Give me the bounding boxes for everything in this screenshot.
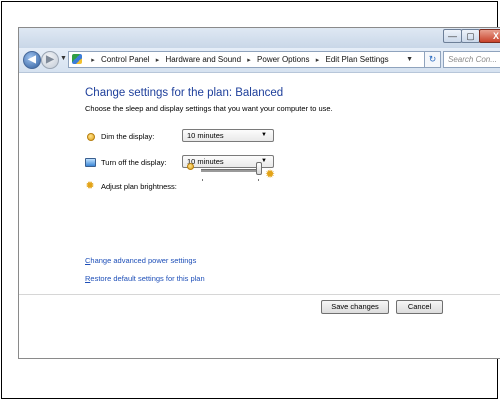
breadcrumb-separator[interactable]: ▸	[247, 57, 251, 64]
sun-small-icon	[187, 163, 194, 170]
sun-large-icon: ✹	[264, 167, 276, 181]
refresh-button[interactable]: ↻	[424, 51, 441, 68]
address-bar[interactable]: ▸ Control Panel ▸ Hardware and Sound ▸ P…	[68, 51, 432, 68]
breadcrumb-control-panel[interactable]: Control Panel	[101, 55, 149, 64]
restore-default-settings-link[interactable]: Restore default settings for this plan	[85, 274, 205, 283]
search-box[interactable]: Search Con... ⌕	[443, 51, 500, 68]
edit-plan-window: — ▢ X ◀ ▶ ▼ ▸ Control Panel ▸ Hardware a…	[18, 27, 500, 359]
minimize-button[interactable]: —	[443, 29, 462, 43]
back-button[interactable]: ◀	[23, 51, 41, 69]
brightness-label: Adjust plan brightness:	[101, 182, 177, 191]
change-advanced-power-settings-link[interactable]: Change advanced power settings	[85, 256, 196, 265]
breadcrumb-hardware-and-sound[interactable]: Hardware and Sound	[165, 55, 241, 64]
recent-pages-icon[interactable]: ▼	[60, 55, 67, 62]
search-placeholder: Search Con...	[448, 55, 497, 64]
divider	[19, 294, 500, 295]
link-text: hange advanced power settings	[90, 256, 197, 265]
breadcrumb-separator: ▸	[91, 57, 95, 64]
breadcrumb-edit-plan-settings[interactable]: Edit Plan Settings	[326, 55, 389, 64]
close-button[interactable]: X	[479, 29, 500, 43]
control-panel-icon	[72, 54, 82, 64]
brightness-icon: ✹	[85, 180, 95, 192]
turn-off-display-label: Turn off the display:	[101, 158, 167, 167]
content-pane: Change settings for the plan: Balanced C…	[19, 73, 500, 358]
save-changes-button[interactable]: Save changes	[321, 300, 389, 314]
brightness-slider-thumb[interactable]	[256, 162, 262, 175]
slider-tick	[202, 179, 203, 181]
address-dropdown-icon[interactable]: ▼	[406, 52, 413, 67]
page-subtitle: Choose the sleep and display settings th…	[85, 104, 333, 113]
brightness-slider-track[interactable]	[201, 169, 259, 172]
breadcrumb-separator[interactable]: ▸	[316, 57, 320, 64]
dim-display-icon	[87, 133, 95, 141]
chevron-down-icon: ▼	[261, 132, 267, 138]
breadcrumb-separator[interactable]: ▸	[156, 57, 160, 64]
slider-tick	[258, 179, 259, 181]
page-title: Change settings for the plan: Balanced	[85, 87, 284, 99]
forward-button[interactable]: ▶	[41, 51, 59, 69]
dim-display-label: Dim the display:	[101, 132, 155, 141]
link-text: estore default settings for this plan	[90, 274, 205, 283]
cancel-button[interactable]: Cancel	[396, 300, 443, 314]
navigation-bar: ◀ ▶ ▼ ▸ Control Panel ▸ Hardware and Sou…	[19, 48, 500, 73]
maximize-button[interactable]: ▢	[461, 29, 480, 43]
dim-display-select[interactable]: 10 minutes ▼	[182, 129, 274, 142]
title-bar: — ▢ X	[19, 28, 500, 48]
breadcrumb-power-options[interactable]: Power Options	[257, 55, 309, 64]
monitor-icon	[85, 158, 96, 167]
dim-display-value: 10 minutes	[187, 131, 224, 140]
